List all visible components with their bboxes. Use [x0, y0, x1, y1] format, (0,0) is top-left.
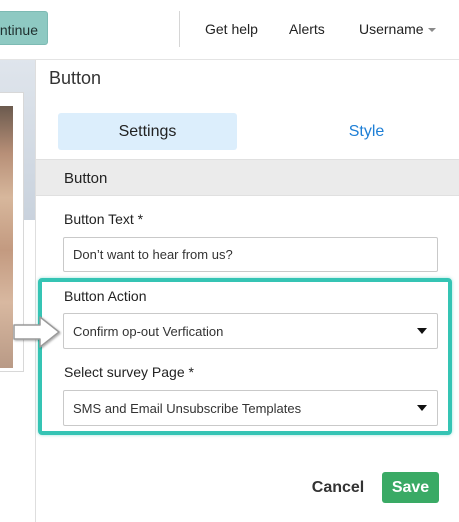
- section-header-label: Button: [64, 170, 108, 187]
- triangle-down-icon: [417, 405, 427, 411]
- button-action-value: Confirm op-out Verfication: [73, 324, 224, 339]
- survey-page-select[interactable]: SMS and Email Unsubscribe Templates: [63, 390, 438, 426]
- caret-down-icon[interactable]: [428, 28, 436, 32]
- panel-divider: [35, 60, 36, 522]
- page-preview: [0, 60, 35, 522]
- button-action-label: Button Action: [64, 288, 147, 304]
- username-menu[interactable]: Username: [359, 21, 424, 37]
- continue-button[interactable]: ntinue: [0, 11, 48, 45]
- triangle-down-icon: [417, 328, 427, 334]
- button-action-select[interactable]: Confirm op-out Verfication: [63, 313, 438, 349]
- button-text-input[interactable]: [63, 237, 438, 272]
- tab-settings[interactable]: Settings: [58, 113, 237, 150]
- survey-page-value: SMS and Email Unsubscribe Templates: [73, 401, 302, 416]
- pointer-arrow-icon: [13, 316, 60, 348]
- cancel-button[interactable]: Cancel: [308, 474, 368, 502]
- button-text-label: Button Text *: [64, 211, 144, 227]
- survey-page-label: Select survey Page *: [64, 364, 194, 380]
- panel-title: Button: [49, 68, 102, 88]
- section-header[interactable]: Button: [36, 159, 459, 196]
- topbar-divider: [179, 11, 180, 47]
- get-help-link[interactable]: Get help: [205, 21, 258, 37]
- top-navigation-bar: ntinue Get help Alerts Username: [0, 0, 459, 60]
- alerts-link[interactable]: Alerts: [289, 21, 325, 37]
- save-button[interactable]: Save: [382, 472, 439, 503]
- tab-style[interactable]: Style: [277, 113, 456, 150]
